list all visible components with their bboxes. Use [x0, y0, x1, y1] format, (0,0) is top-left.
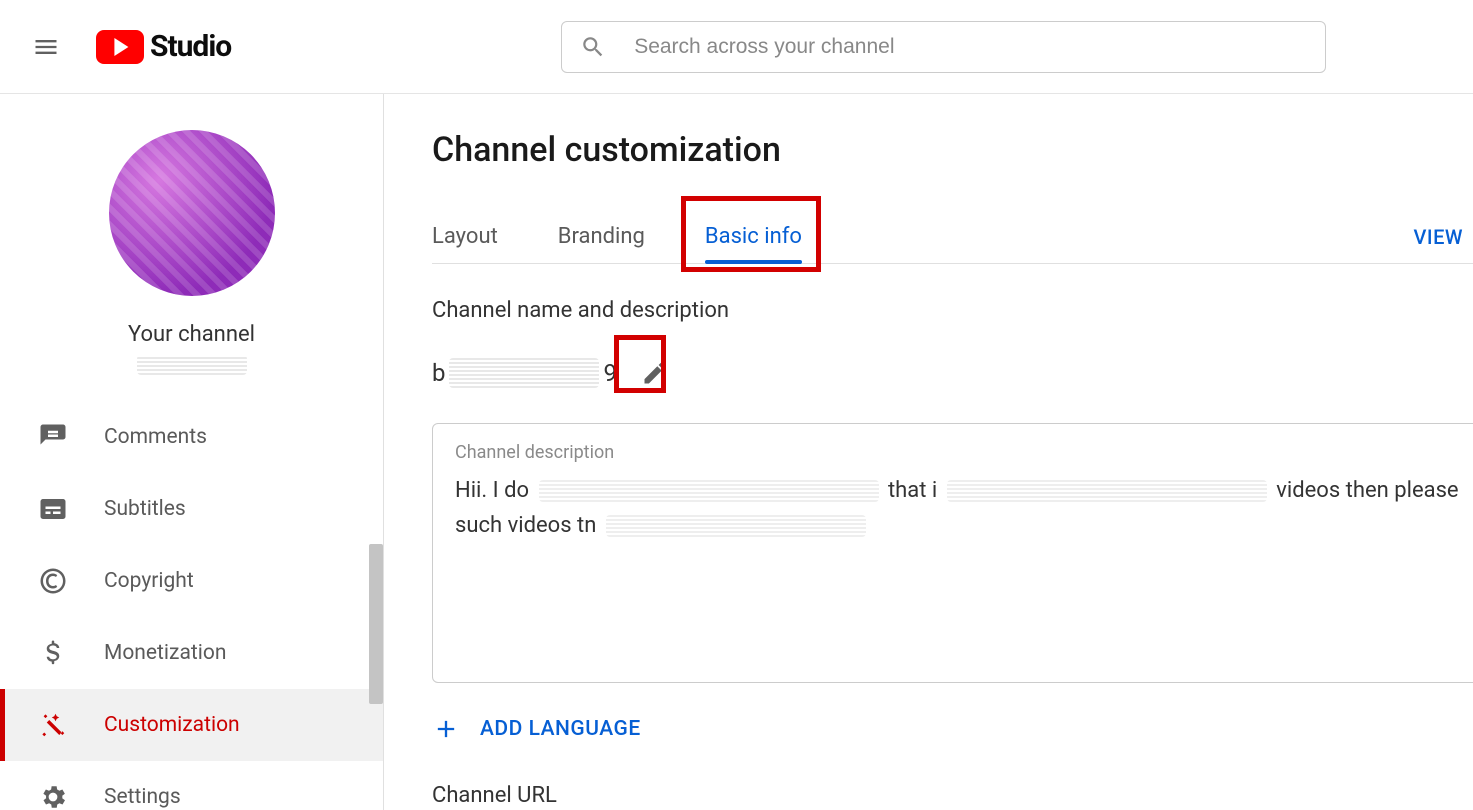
hamburger-menu-button[interactable] [24, 25, 68, 69]
avatar[interactable] [109, 130, 275, 296]
sidebar-item-settings[interactable]: Settings [0, 761, 383, 810]
edit-name-button[interactable] [629, 347, 681, 399]
tab-branding[interactable]: Branding [558, 210, 645, 263]
search-icon [580, 34, 606, 60]
channel-avatar-section: Your channel [0, 94, 383, 375]
section-heading-name: Channel name and description [432, 298, 1473, 323]
redacted-span [947, 480, 1267, 502]
sidebar-item-label: Subtitles [104, 497, 186, 521]
sidebar-item-monetization[interactable]: Monetization [0, 617, 383, 689]
tab-basic-info[interactable]: Basic info [705, 210, 802, 263]
copyright-icon [38, 566, 68, 596]
sidebar: Your channel Comments Subtitles Copyrigh… [0, 94, 384, 810]
section-heading-url: Channel URL [432, 783, 1473, 808]
view-channel-button[interactable]: VIEW [1414, 225, 1463, 249]
sidebar-item-customization[interactable]: Customization [0, 689, 383, 761]
add-language-button[interactable]: ADD LANGUAGE [432, 715, 1473, 743]
youtube-icon [96, 30, 144, 64]
sidebar-item-label: Settings [104, 785, 181, 809]
tabs-row: Layout Branding Basic info VIEW [432, 210, 1473, 264]
channel-name-redacted [137, 355, 247, 375]
tab-layout[interactable]: Layout [432, 210, 498, 263]
sidebar-item-subtitles[interactable]: Subtitles [0, 473, 383, 545]
sidebar-item-label: Comments [104, 425, 207, 449]
channel-name-row: b 9 [432, 347, 1473, 399]
sidebar-item-label: Monetization [104, 641, 226, 665]
comment-icon [38, 422, 68, 452]
description-label: Channel description [455, 442, 1473, 463]
gear-icon [38, 782, 68, 810]
menu-icon [32, 33, 60, 61]
sidebar-item-label: Customization [104, 713, 240, 737]
pencil-icon [641, 359, 669, 387]
body: Your channel Comments Subtitles Copyrigh… [0, 94, 1473, 810]
sidebar-scrollbar[interactable] [369, 544, 383, 704]
wand-icon [38, 710, 68, 740]
dollar-icon [38, 638, 68, 668]
redacted-span [606, 515, 866, 537]
sidebar-nav: Comments Subtitles Copyright Monetizatio… [0, 401, 383, 810]
sidebar-item-copyright[interactable]: Copyright [0, 545, 383, 617]
header: Studio [0, 0, 1473, 94]
add-language-label: ADD LANGUAGE [480, 717, 641, 741]
description-text: Hii. I do that i videos then please such… [455, 473, 1473, 543]
channel-name-suffix: 9 [603, 359, 617, 387]
channel-name-redacted [449, 358, 599, 388]
main-content: Channel customization Layout Branding Ba… [384, 94, 1473, 810]
channel-name-section: Channel name and description b 9 Channel… [432, 298, 1473, 808]
search-container [561, 21, 1326, 73]
channel-name-prefix: b [432, 359, 445, 387]
channel-description-box[interactable]: Channel description Hii. I do that i vid… [432, 423, 1473, 683]
sidebar-item-comments[interactable]: Comments [0, 401, 383, 473]
your-channel-label: Your channel [128, 322, 255, 347]
studio-logo[interactable]: Studio [96, 29, 231, 64]
plus-icon [432, 715, 460, 743]
redacted-span [539, 480, 879, 502]
search-box[interactable] [561, 21, 1326, 73]
search-input[interactable] [634, 35, 1307, 59]
logo-text: Studio [150, 29, 231, 64]
sidebar-item-label: Copyright [104, 569, 194, 593]
subtitles-icon [38, 494, 68, 524]
page-title: Channel customization [432, 130, 1473, 170]
